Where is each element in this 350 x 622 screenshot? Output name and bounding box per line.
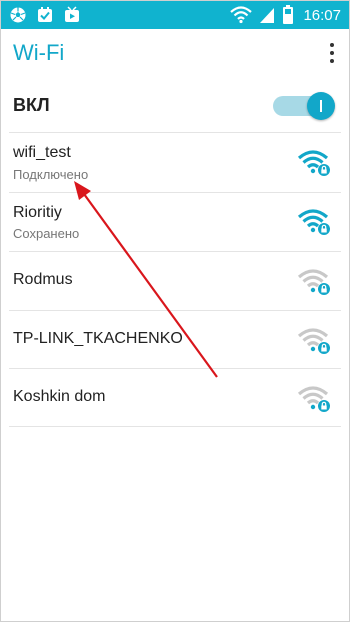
- network-item-rodmus[interactable]: Rodmus: [1, 253, 349, 311]
- cell-signal-icon: [260, 8, 275, 23]
- app-bar: Wi-Fi: [1, 29, 349, 79]
- phone-screen: 16:07 Wi-Fi ВКЛ wifi_test Подключено Rio…: [0, 0, 350, 622]
- wifi-toggle[interactable]: [273, 92, 337, 120]
- wifi-lock-weak-icon: [297, 269, 330, 295]
- network-item-koshkin-dom[interactable]: Koshkin dom: [1, 370, 349, 428]
- network-name: TP-LINK_TKACHENKO: [13, 330, 183, 347]
- network-name: wifi_test: [13, 144, 71, 161]
- divider: [9, 192, 341, 193]
- soccer-ball-icon: [10, 7, 26, 23]
- status-bar: 16:07: [1, 1, 349, 29]
- battery-icon: [283, 5, 294, 24]
- video-icon: [65, 6, 79, 22]
- divider: [9, 310, 341, 311]
- network-name: Koshkin dom: [13, 388, 106, 405]
- network-item-rioritiy[interactable]: Rioritiy Сохранено: [1, 194, 349, 252]
- network-item-tp-link-tkachenko[interactable]: TP-LINK_TKACHENKO: [1, 312, 349, 370]
- wifi-master-switch-row[interactable]: ВКЛ: [1, 83, 349, 131]
- page-title: Wi-Fi: [13, 40, 65, 65]
- network-status: Сохранено: [13, 226, 80, 241]
- status-time: 16:07: [303, 6, 341, 24]
- divider: [9, 132, 341, 133]
- network-status: Подключено: [13, 167, 89, 182]
- network-item-wifi-test[interactable]: wifi_test Подключено: [1, 135, 349, 193]
- wifi-lock-full-icon: [297, 209, 330, 235]
- overflow-menu-icon[interactable]: [329, 43, 335, 67]
- wifi-lock-full-icon: [297, 150, 330, 176]
- checkbox-icon: [38, 7, 52, 22]
- divider: [9, 426, 341, 427]
- network-name: Rioritiy: [13, 204, 62, 221]
- divider: [9, 251, 341, 252]
- divider: [9, 368, 341, 369]
- wifi-lock-weak-icon: [297, 328, 330, 354]
- wifi-switch-label: ВКЛ: [13, 95, 50, 115]
- wifi-lock-weak-icon: [297, 386, 330, 412]
- wifi-signal-icon: [230, 6, 253, 24]
- network-name: Rodmus: [13, 271, 73, 288]
- toggle-knob[interactable]: [307, 92, 335, 120]
